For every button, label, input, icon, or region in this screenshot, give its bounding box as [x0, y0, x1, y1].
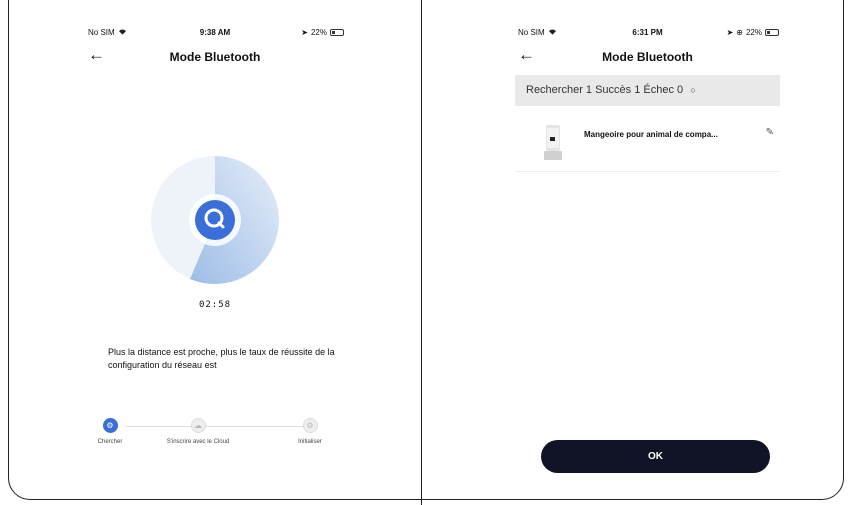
step-label: Chercher: [97, 439, 123, 445]
battery-icon: [330, 29, 344, 36]
edit-pencil-icon[interactable]: ✎: [766, 127, 774, 138]
step-label: S'inscrire avec le Cloud: [166, 439, 230, 445]
page-title: Mode Bluetooth: [169, 50, 261, 64]
step-initialize: ⚙ Initialiser: [290, 418, 330, 445]
page-title: Mode Bluetooth: [602, 50, 693, 64]
cloud-step-icon: ☁: [190, 418, 206, 433]
loading-spinner-icon: ○: [690, 85, 696, 95]
init-step-icon: ⚙: [302, 418, 318, 433]
nav-bar: ← Mode Bluetooth: [80, 46, 350, 66]
screenshot-frame: No SIM 9:38 AM ➤ 22% ← Mode Bluetooth 02…: [0, 0, 849, 505]
progress-steps: ⚙ Chercher ☁ S'inscrire avec le Cloud ⚙ …: [98, 418, 360, 458]
status-bar: No SIM 9:38 AM ➤ 22%: [80, 28, 350, 42]
status-bar: No SIM 6:31 PM ➤ ⊕ 22%: [510, 28, 785, 42]
search-step-icon: ⚙: [102, 418, 118, 433]
ok-button[interactable]: OK: [541, 440, 770, 473]
step-search: ⚙ Chercher: [90, 418, 130, 445]
right-screen: No SIM 6:31 PM ➤ ⊕ 22% ← Mode Bluetooth …: [510, 0, 785, 505]
nav-bar: ← Mode Bluetooth: [510, 46, 785, 66]
step-cloud: ☁ S'inscrire avec le Cloud: [158, 418, 238, 445]
pet-feeder-icon: [544, 125, 562, 160]
distance-hint-text: Plus la distance est proche, plus le tau…: [108, 347, 335, 370]
location-icon: ➤: [726, 28, 734, 37]
status-right: ➤ ⊕ 22%: [727, 28, 779, 37]
device-name: Mangeoire pour animal de compa...: [584, 130, 718, 139]
step-label: Initialiser: [298, 439, 322, 445]
countdown-timer: 02:58: [198, 300, 232, 310]
search-icon-circle: [195, 200, 235, 240]
left-screen: No SIM 9:38 AM ➤ 22% ← Mode Bluetooth 02…: [80, 0, 350, 505]
device-list-item[interactable]: Mangeoire pour animal de compa... ✎: [515, 117, 780, 172]
status-right: ➤ 22%: [301, 28, 344, 37]
radar-search-animation: [151, 156, 279, 284]
search-status-bar: Rechercher 1 Succès 1 Échec 0 ○: [515, 75, 780, 106]
battery-icon: [765, 29, 779, 36]
battery-percent: 22%: [745, 28, 762, 37]
search-status-text: Rechercher 1 Succès 1 Échec 0: [526, 84, 684, 96]
battery-percent: 22%: [310, 28, 327, 37]
screen-divider: [421, 0, 422, 505]
location-icon: ➤: [301, 28, 308, 37]
lock-rotation-icon: ⊕: [736, 28, 743, 37]
